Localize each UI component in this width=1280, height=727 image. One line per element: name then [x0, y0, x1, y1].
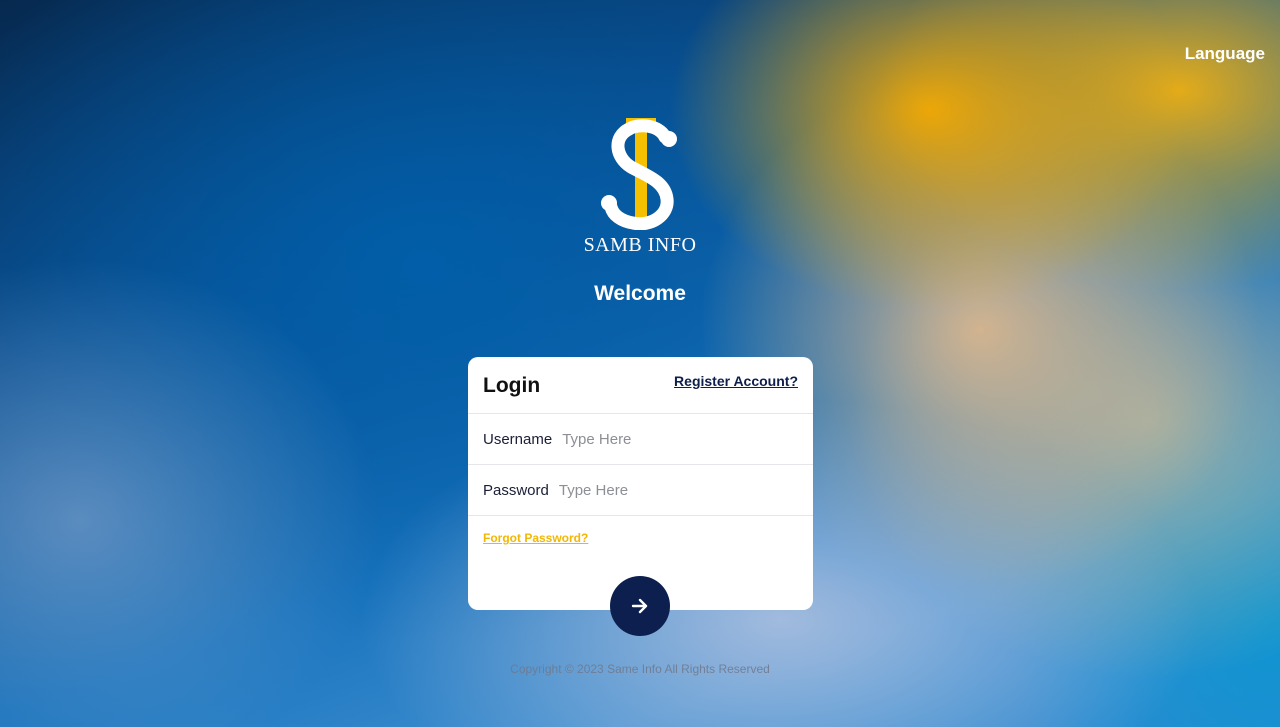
username-input[interactable]	[562, 430, 783, 448]
password-row: Password	[468, 465, 813, 516]
password-label: Password	[483, 481, 549, 499]
forgot-password-link[interactable]: Forgot Password?	[483, 531, 588, 545]
login-card: Login Register Account? Username Passwor…	[468, 357, 813, 636]
arrow-right-icon	[631, 598, 648, 614]
language-selector[interactable]: Language	[1185, 44, 1265, 64]
login-card-header: Login Register Account?	[468, 357, 813, 414]
username-label: Username	[483, 430, 553, 448]
login-submit-button[interactable]	[610, 576, 670, 636]
password-input[interactable]	[558, 481, 779, 499]
brand-name: SAMB INFO	[583, 234, 697, 256]
welcome-heading: Welcome	[594, 282, 686, 305]
register-account-link[interactable]: Register Account?	[674, 373, 798, 389]
copyright-text: Copyright © 2023 Same Info All Rights Re…	[510, 662, 770, 676]
samb-logo-icon	[601, 118, 677, 230]
login-title: Login	[483, 374, 541, 397]
brand-logo: SAMB INFO	[580, 115, 700, 260]
username-row: Username	[468, 414, 813, 465]
